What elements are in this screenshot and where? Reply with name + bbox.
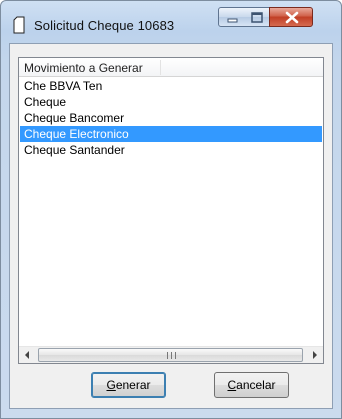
movimiento-list[interactable]: Movimiento a Generar Che BBVA Ten Cheque… xyxy=(18,57,324,364)
list-item[interactable]: Cheque Bancomer xyxy=(20,110,322,126)
cancelar-label: ancelar xyxy=(236,378,276,392)
cancelar-button[interactable]: Cancelar xyxy=(214,372,289,398)
cancelar-mnemonic: C xyxy=(227,378,237,392)
minimize-icon xyxy=(227,18,238,23)
window-title: Solicitud Cheque 10683 xyxy=(34,18,175,33)
generar-label: enerar xyxy=(115,378,151,392)
scroll-left-icon[interactable] xyxy=(19,347,36,363)
grip-icon xyxy=(167,352,176,359)
scroll-thumb[interactable] xyxy=(38,348,303,362)
close-button[interactable] xyxy=(269,7,313,27)
document-icon xyxy=(13,16,25,34)
dialog-client-area: Movimiento a Generar Che BBVA Ten Cheque… xyxy=(9,43,333,409)
scroll-right-icon[interactable] xyxy=(306,347,323,363)
generar-mnemonic: G xyxy=(106,378,116,392)
list-item[interactable]: Cheque Electronico xyxy=(20,126,322,142)
maximize-button[interactable] xyxy=(244,7,270,27)
list-item[interactable]: Che BBVA Ten xyxy=(20,78,322,94)
dialog-window: Solicitud Cheque 10683 Movimiento a Gene… xyxy=(0,0,342,419)
column-divider[interactable] xyxy=(160,60,161,75)
generar-button[interactable]: Generar xyxy=(91,372,166,398)
list-item[interactable]: Cheque xyxy=(20,94,322,110)
maximize-icon xyxy=(251,12,263,23)
list-items: Che BBVA Ten Cheque Cheque Bancomer Cheq… xyxy=(20,78,322,158)
close-icon xyxy=(285,11,299,24)
horizontal-scrollbar[interactable] xyxy=(19,346,323,363)
column-header[interactable]: Movimiento a Generar xyxy=(19,58,323,77)
list-item[interactable]: Cheque Santander xyxy=(20,142,322,158)
minimize-button[interactable] xyxy=(218,7,245,27)
title-bar[interactable]: Solicitud Cheque 10683 xyxy=(1,1,341,43)
column-header-label: Movimiento a Generar xyxy=(24,61,143,75)
